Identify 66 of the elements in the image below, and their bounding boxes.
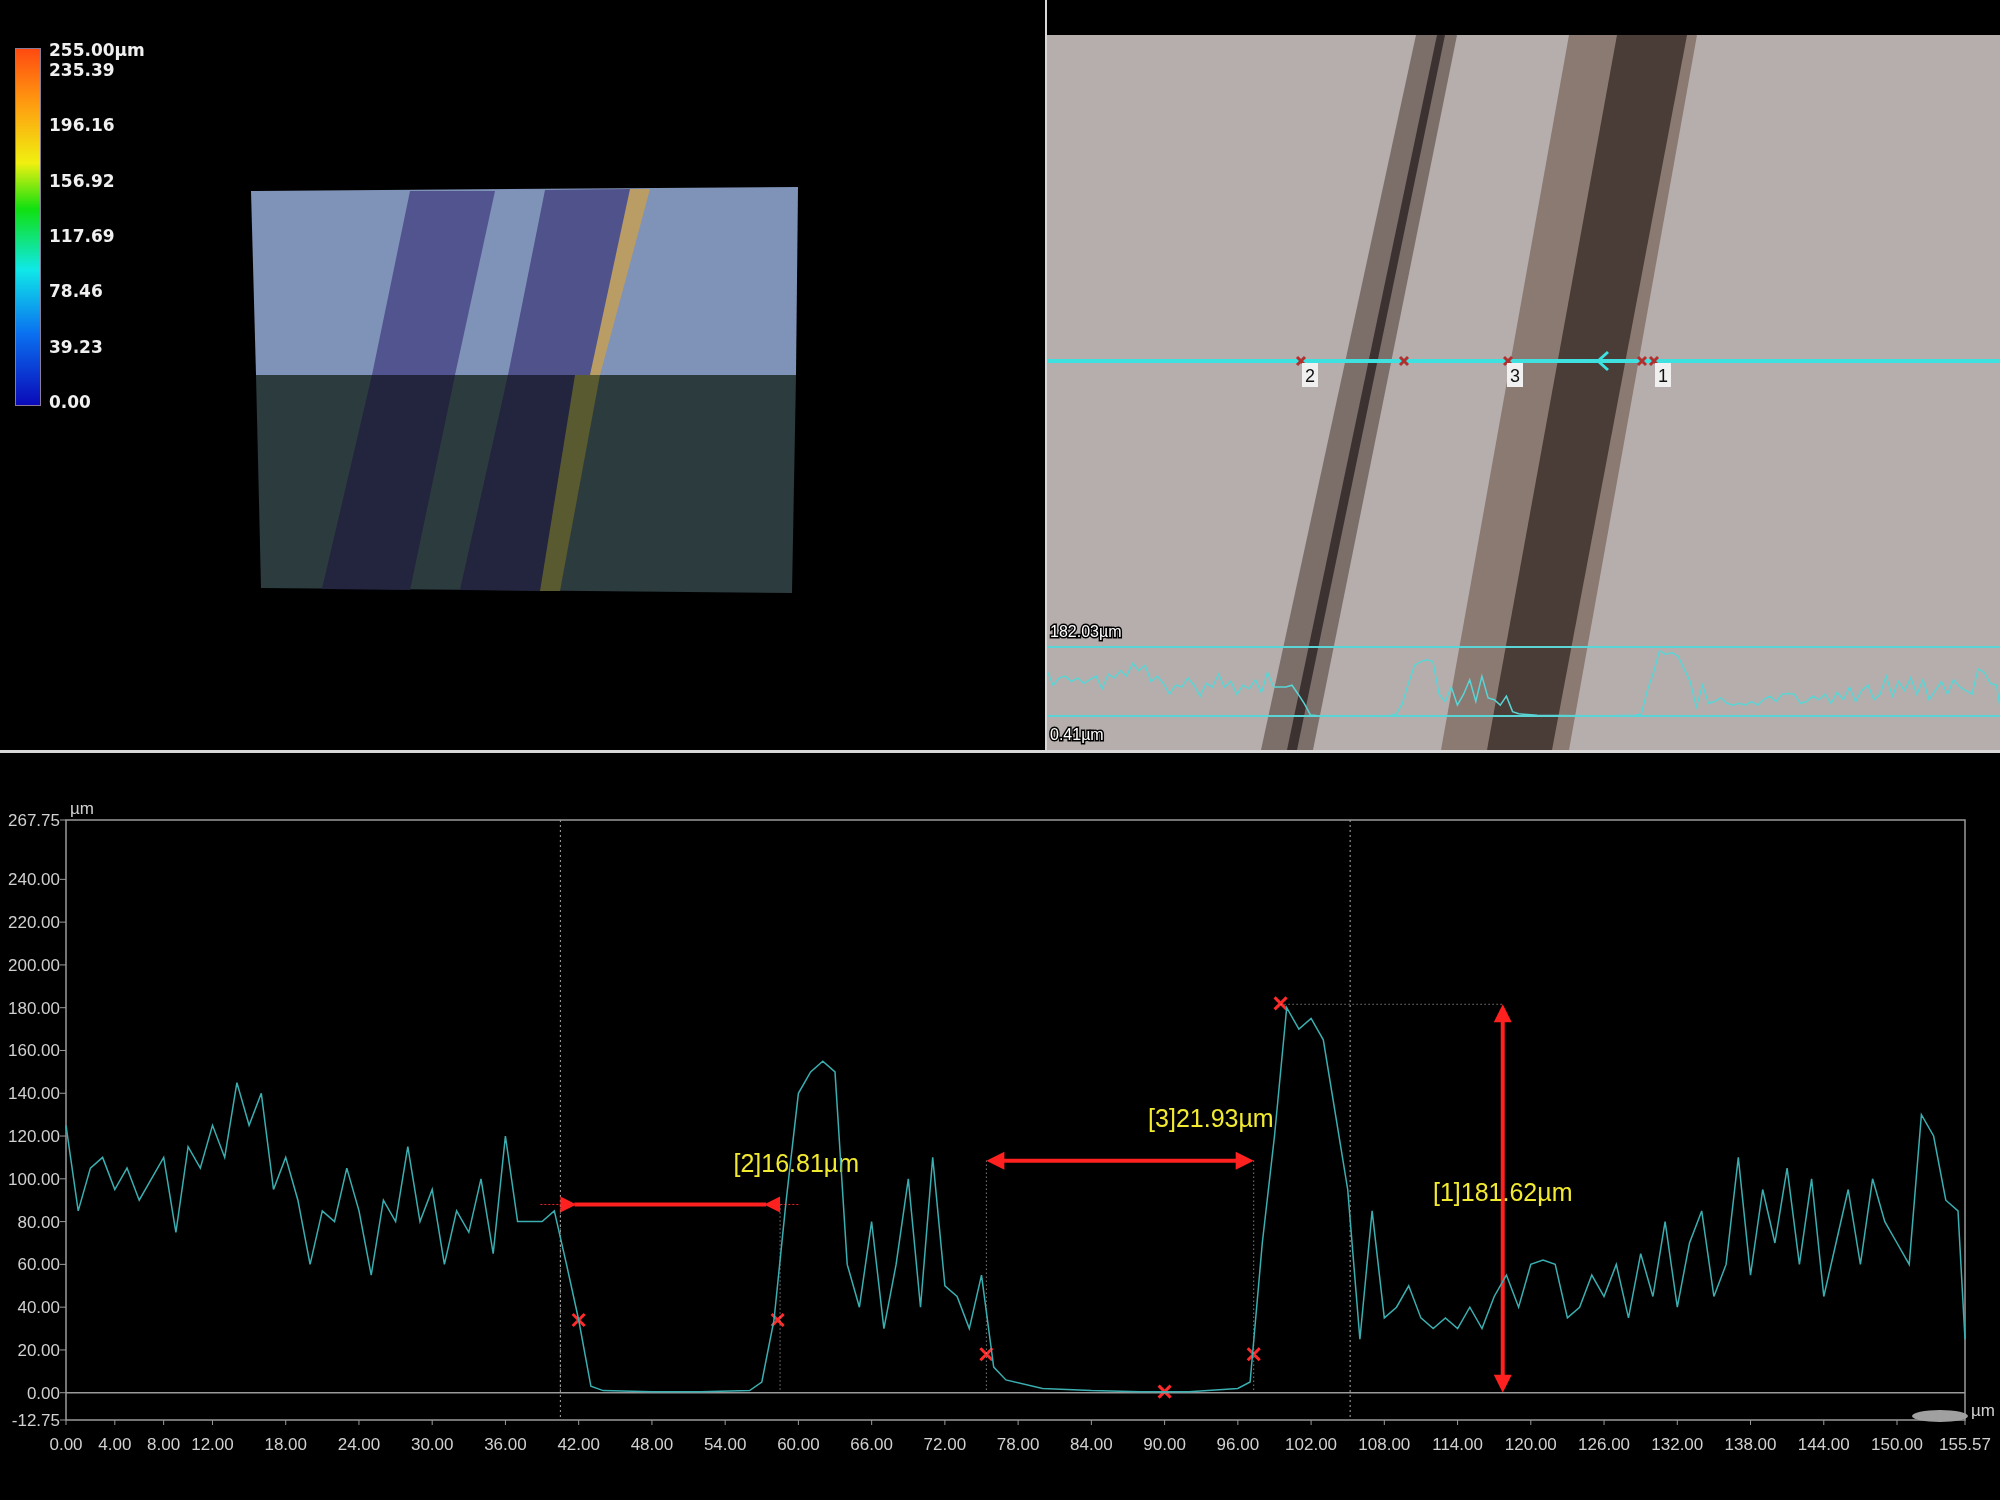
mini-profile-min: 0.41µm	[1050, 726, 1104, 743]
y-tick-label: 220.00	[8, 913, 60, 933]
mini-profile-max: 182.03µm	[1050, 623, 1122, 640]
x-tick-label: 0.00	[49, 1435, 83, 1454]
x-tick-label: 4.00	[98, 1435, 132, 1454]
point-label: 3	[1507, 363, 1523, 387]
x-tick-label: 114.00	[1432, 1435, 1483, 1454]
profile-line[interactable]	[1047, 359, 2000, 363]
point-marker	[1636, 355, 1648, 367]
y-tick-label: 80.00	[17, 1212, 60, 1232]
point-marker	[1295, 355, 1307, 367]
x-tick-label: 66.00	[850, 1435, 893, 1454]
y-tick-label: 60.00	[17, 1255, 60, 1275]
x-tick-label: 78.00	[996, 1435, 1040, 1454]
x-tick-label: 96.00	[1216, 1435, 1260, 1454]
x-tick-label: 8.00	[147, 1435, 181, 1454]
scale-label: 117.69	[49, 226, 116, 246]
x-tick-label: 30.00	[410, 1435, 454, 1454]
point-label: 1	[1655, 363, 1671, 387]
x-tick-label: 54.00	[703, 1435, 747, 1454]
x-tick-label: 155.57	[1939, 1435, 1991, 1454]
y-tick-label: 240.00	[8, 870, 60, 890]
scale-label: 235.39	[49, 60, 116, 80]
scale-label: 0.00	[49, 391, 92, 412]
scale-label: 39.23	[49, 336, 104, 357]
x-tick-label: 72.00	[923, 1435, 967, 1454]
x-tick-label: 132.00	[1651, 1435, 1704, 1454]
x-tick-label: 24.00	[337, 1435, 381, 1454]
x-tick-label: 90.00	[1143, 1435, 1186, 1454]
x-tick-label: 150.00	[1871, 1435, 1923, 1454]
x-tick-label: 144.00	[1797, 1435, 1850, 1454]
y-tick-label: 180.00	[8, 998, 60, 1018]
x-tick-label: 42.00	[557, 1435, 600, 1454]
y-tick-label: 20.00	[17, 1340, 60, 1360]
point-marker	[1502, 355, 1514, 367]
x-tick-label: 12.00	[191, 1435, 234, 1454]
measurement-label: [3]21.93µm	[1148, 1103, 1274, 1132]
scale-label: 78.46	[49, 281, 104, 302]
x-tick-label: 48.00	[630, 1435, 674, 1454]
y-tick-label: 120.00	[8, 1127, 60, 1147]
x-tick-label: 18.00	[264, 1435, 307, 1454]
scale-label: 196.16	[49, 115, 116, 136]
x-tick-label: 126.00	[1578, 1435, 1631, 1454]
y-tick-label: 140.00	[8, 1084, 60, 1104]
y-tick-label: 267.75	[8, 811, 60, 830]
scale-max-label: 255.00µm	[49, 40, 145, 60]
x-tick-label: 120.00	[1504, 1435, 1557, 1454]
x-tick-label: 36.00	[484, 1435, 527, 1454]
x-tick-label: 108.00	[1358, 1435, 1411, 1454]
point-label: 2	[1302, 363, 1318, 387]
y-tick-label: 160.00	[8, 1041, 60, 1061]
y-tick-label: 100.00	[8, 1169, 60, 1189]
x-tick-label: 60.00	[777, 1435, 820, 1454]
y-axis-unit: µm	[70, 799, 94, 818]
x-tick-label: 84.00	[1070, 1435, 1113, 1454]
y-tick-label: 40.00	[17, 1298, 60, 1318]
x-tick-label: 138.00	[1724, 1435, 1777, 1454]
y-tick-label: -12.75	[11, 1411, 60, 1430]
x-tick-label: 102.00	[1285, 1435, 1338, 1454]
y-tick-label: 200.00	[8, 955, 60, 975]
scale-label: 156.92	[49, 170, 116, 191]
handle-shape[interactable]	[1912, 1410, 1968, 1422]
point-marker	[1648, 355, 1660, 367]
x-axis-unit: µm	[1971, 1401, 1995, 1420]
y-tick-label: 0.00	[26, 1383, 60, 1403]
point-marker	[1398, 355, 1410, 367]
